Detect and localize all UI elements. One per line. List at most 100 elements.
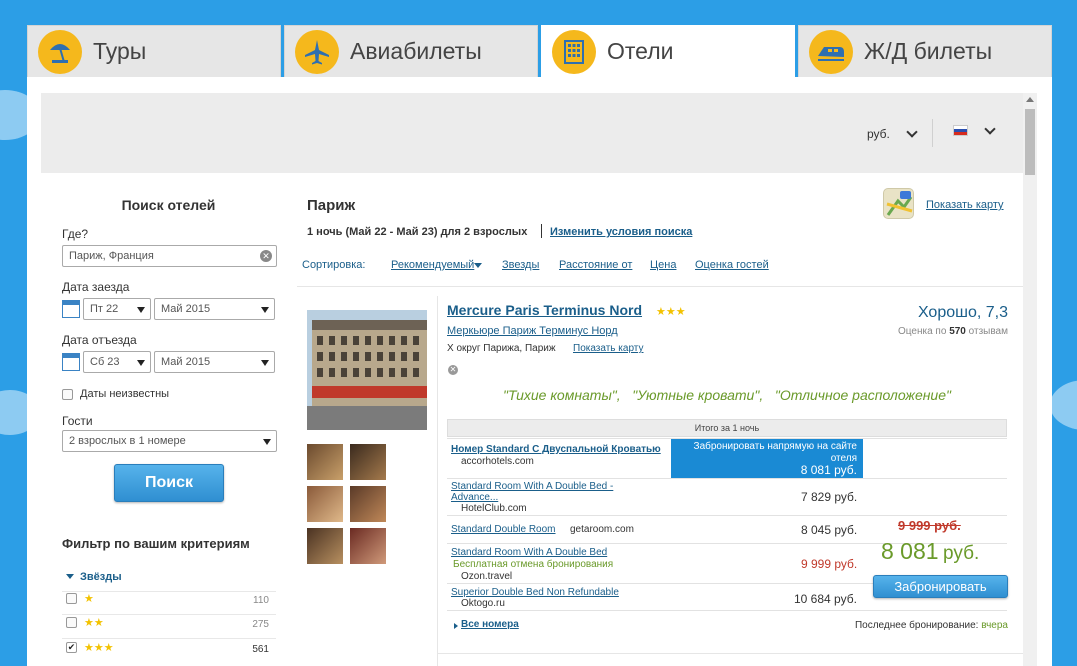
checkin-label: Дата заезда bbox=[62, 280, 130, 294]
hotel-rating: Хорошо, 7,3 bbox=[917, 304, 1008, 321]
free-cancel-note: Бесплатная отмена бронирования bbox=[453, 559, 614, 570]
tab-hotels[interactable]: Отели bbox=[541, 25, 795, 77]
offer-price: 9 999 руб. bbox=[801, 557, 858, 571]
sort-distance[interactable]: Расстояние от bbox=[559, 259, 632, 271]
select-arrow-icon bbox=[261, 360, 269, 366]
select-arrow-icon bbox=[263, 439, 271, 445]
offer-price: 8 045 руб. bbox=[801, 523, 858, 537]
close-icon[interactable]: ✕ bbox=[448, 365, 458, 375]
currency-value: руб. bbox=[867, 127, 890, 141]
star-rating-2: ★★ bbox=[84, 617, 104, 629]
offer-row[interactable]: Standard Room With A Double Bed - Advanc… bbox=[447, 478, 1007, 515]
triangle-right-icon bbox=[454, 623, 458, 629]
tab-flights[interactable]: Авиабилеты bbox=[284, 25, 538, 77]
hotel-building-icon bbox=[552, 29, 596, 74]
hotel-thumb[interactable] bbox=[350, 444, 386, 480]
guests-value: 2 взрослых в 1 номере bbox=[69, 435, 186, 447]
offer-room-link[interactable]: Standard Room With A Double Bed bbox=[451, 547, 607, 558]
offer-room-link[interactable]: Standard Room With A Double Bed - Advanc… bbox=[451, 481, 636, 503]
vertical-scrollbar[interactable] bbox=[1023, 93, 1037, 666]
offer-price: 7 829 руб. bbox=[801, 490, 858, 504]
divider bbox=[297, 286, 1023, 287]
sort-stars[interactable]: Звезды bbox=[502, 259, 539, 271]
hotel-name-link[interactable]: Mercure Paris Terminus Nord bbox=[447, 302, 642, 318]
hotel-reviews: Оценка по 570 отзывам bbox=[898, 326, 1008, 337]
checkout-month-value: Май 2015 bbox=[161, 356, 211, 368]
tab-tours[interactable]: Туры bbox=[27, 25, 281, 77]
star-count-3: 561 bbox=[252, 644, 269, 655]
checkin-month-select[interactable]: Май 2015 bbox=[154, 298, 275, 320]
scroll-up-arrow-icon[interactable] bbox=[1026, 97, 1034, 102]
hotel-thumb[interactable] bbox=[307, 444, 343, 480]
calendar-icon[interactable] bbox=[62, 300, 80, 318]
hotel-stars: ★★★ bbox=[656, 306, 686, 318]
map-icon[interactable] bbox=[883, 188, 914, 219]
tab-trains[interactable]: Ж/Д билеты bbox=[798, 25, 1052, 77]
checkout-month-select[interactable]: Май 2015 bbox=[154, 351, 275, 373]
book-button[interactable]: Забронировать bbox=[873, 575, 1008, 598]
hotel-thumb[interactable] bbox=[307, 486, 343, 522]
checkin-day-select[interactable]: Пт 22 bbox=[83, 298, 151, 320]
select-arrow-icon bbox=[261, 307, 269, 313]
hotel-name-ru-link[interactable]: Меркьюре Париж Терминус Норд bbox=[447, 325, 618, 337]
offer-room-link[interactable]: Номер Standard С Двуспальной Кроватью bbox=[451, 444, 661, 455]
table-header: Итого за 1 ночь bbox=[447, 419, 1007, 437]
where-input[interactable]: Париж, Франция ✕ bbox=[62, 245, 277, 267]
triangle-down-icon bbox=[474, 263, 482, 268]
service-tabs: Туры Авиабилеты Отели Ж/Д билеты bbox=[27, 25, 1052, 77]
main-panel: руб. Поиск отелей Где? Париж, Франция ✕ … bbox=[27, 77, 1052, 666]
select-arrow-icon bbox=[137, 307, 145, 313]
scrollbar-thumb[interactable] bbox=[1025, 109, 1035, 175]
star-rating-1: ★ bbox=[84, 593, 94, 605]
search-summary: 1 ночь (Май 22 - Май 23) для 2 взрослых bbox=[307, 226, 528, 238]
guests-label: Гости bbox=[62, 414, 93, 428]
search-button[interactable]: Поиск bbox=[114, 464, 224, 502]
hotel-thumb[interactable] bbox=[350, 528, 386, 564]
reviews-prefix: Оценка по bbox=[898, 326, 947, 337]
train-icon bbox=[809, 29, 853, 74]
hotel-thumb[interactable] bbox=[307, 528, 343, 564]
chevron-down-icon bbox=[906, 126, 918, 138]
hotel-main-photo[interactable] bbox=[307, 310, 427, 430]
checkout-day-select[interactable]: Сб 23 bbox=[83, 351, 151, 373]
results-area: Париж 1 ночь (Май 22 - Май 23) для 2 взр… bbox=[297, 173, 1023, 666]
divider bbox=[62, 591, 276, 592]
stars-filter-toggle[interactable]: Звёзды bbox=[80, 571, 122, 583]
all-rooms-link[interactable]: Все номера bbox=[461, 619, 519, 630]
show-map-link[interactable]: Показать карту bbox=[926, 199, 1004, 211]
sort-price[interactable]: Цена bbox=[650, 259, 676, 271]
guests-select[interactable]: 2 взрослых в 1 номере bbox=[62, 430, 277, 452]
star-filter-checkbox-3[interactable]: ✔ bbox=[66, 642, 77, 653]
calendar-icon[interactable] bbox=[62, 353, 80, 371]
star-filter-checkbox-1[interactable] bbox=[66, 593, 77, 604]
airplane-icon bbox=[295, 29, 339, 74]
sort-recommended[interactable]: Рекомендуемый bbox=[391, 259, 474, 271]
hotel-thumb[interactable] bbox=[350, 486, 386, 522]
direct-booking-cell[interactable]: Забронировать напрямую на сайте отеля 8 … bbox=[671, 439, 863, 478]
chevron-down-icon bbox=[984, 122, 996, 135]
sort-rating[interactable]: Оценка гостей bbox=[695, 259, 769, 271]
hotel-show-map-link[interactable]: Показать карту bbox=[573, 343, 643, 354]
change-search-link[interactable]: Изменить условия поиска bbox=[550, 226, 692, 238]
dates-unknown-checkbox[interactable] bbox=[62, 389, 73, 400]
tab-label: Ж/Д билеты bbox=[864, 38, 993, 64]
search-frame: руб. Поиск отелей Где? Париж, Франция ✕ … bbox=[41, 93, 1023, 666]
offer-room-link[interactable]: Standard Double Room bbox=[451, 524, 556, 535]
palm-umbrella-icon bbox=[38, 29, 82, 74]
language-dropdown[interactable] bbox=[953, 122, 996, 136]
hotel-district: X округ Парижа, Париж bbox=[447, 343, 556, 354]
offer-provider: Ozon.travel bbox=[461, 571, 513, 582]
offer-room-link[interactable]: Superior Double Bed Non Refundable bbox=[451, 587, 619, 598]
checkin-day-value: Пт 22 bbox=[90, 303, 119, 315]
currency-dropdown[interactable]: руб. bbox=[867, 126, 918, 141]
clear-icon[interactable]: ✕ bbox=[260, 250, 272, 262]
checkout-day-value: Сб 23 bbox=[90, 356, 120, 368]
select-arrow-icon bbox=[137, 360, 145, 366]
best-price-unit: руб. bbox=[943, 543, 980, 564]
tab-label: Авиабилеты bbox=[350, 38, 482, 64]
star-count-1: 110 bbox=[253, 595, 269, 606]
star-filter-checkbox-2[interactable] bbox=[66, 617, 77, 628]
best-price-value: 8 081 bbox=[881, 538, 939, 564]
last-booking-label: Последнее бронирование: bbox=[854, 620, 979, 631]
offer-row[interactable]: Номер Standard С Двуспальной Кроватью ac… bbox=[447, 438, 1007, 478]
